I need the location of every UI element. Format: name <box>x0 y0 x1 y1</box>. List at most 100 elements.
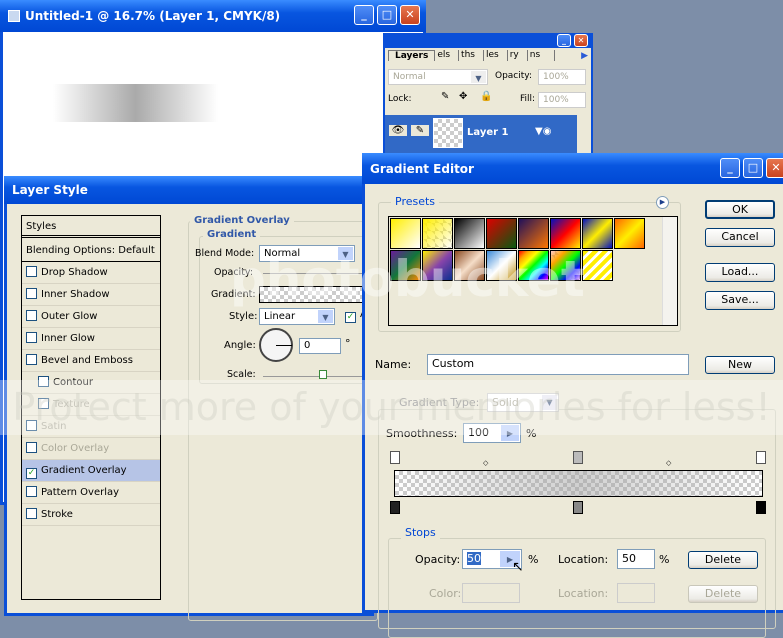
save-button[interactable]: Save... <box>705 291 775 310</box>
palette-menu-icon[interactable]: ▶ <box>581 51 588 61</box>
preset-swatch[interactable] <box>390 218 421 249</box>
style-item-color-overlay[interactable]: Color Overlay <box>22 438 160 460</box>
color-stop-middle[interactable] <box>573 501 583 514</box>
gradient-type-select[interactable]: Solid ▼ <box>487 393 559 412</box>
tab-paths[interactable]: ths <box>459 50 484 61</box>
lock-brush-icon[interactable]: ✎ <box>441 91 449 102</box>
gradient-editor-title-bar[interactable]: Gradient Editor _ □ ✕ <box>362 153 783 184</box>
style-item-drop-shadow[interactable]: Drop Shadow <box>22 262 160 284</box>
preset-swatch[interactable] <box>422 218 453 249</box>
checkbox[interactable] <box>38 376 49 387</box>
maximize-button[interactable]: □ <box>377 5 397 25</box>
style-item-outer-glow[interactable]: Outer Glow <box>22 306 160 328</box>
layer-fill-input[interactable]: 100% <box>538 92 586 108</box>
opacity-stop-left[interactable] <box>390 451 400 464</box>
style-select[interactable]: Linear ▼ <box>259 308 335 325</box>
style-item-satin[interactable]: Satin <box>22 416 160 438</box>
presets-menu-icon[interactable]: ▶ <box>656 196 669 209</box>
midpoint-diamond[interactable]: ◇ <box>666 459 671 467</box>
maximize-button[interactable]: □ <box>743 158 763 178</box>
palette-minimize-button[interactable]: _ <box>557 34 571 47</box>
style-item-inner-glow[interactable]: Inner Glow <box>22 328 160 350</box>
tab-channels[interactable]: els <box>435 50 460 61</box>
angle-input[interactable]: 0 <box>299 338 341 354</box>
eye-icon[interactable]: 👁 <box>389 125 407 136</box>
style-item-gradient-overlay[interactable]: ✓ Gradient Overlay <box>22 460 160 482</box>
scale-slider[interactable] <box>263 370 363 379</box>
close-button[interactable]: ✕ <box>400 5 420 25</box>
preset-swatch[interactable] <box>454 218 485 249</box>
delete-opacity-stop-button[interactable]: Delete <box>688 551 758 569</box>
lock-all-icon[interactable]: 🔒 <box>480 91 492 102</box>
stop-color-swatch[interactable] <box>462 583 520 603</box>
color-location-input[interactable] <box>617 583 655 603</box>
preset-swatch[interactable] <box>582 218 613 249</box>
checkbox[interactable] <box>26 310 37 321</box>
preset-swatch[interactable] <box>486 218 517 249</box>
gradient-bar[interactable] <box>394 470 763 497</box>
layer-row[interactable]: 👁 ✎ Layer 1 ▼◉ <box>385 115 577 153</box>
preset-swatch[interactable] <box>582 250 613 281</box>
style-item-texture[interactable]: Texture <box>22 394 160 416</box>
preset-swatch[interactable] <box>518 218 549 249</box>
checkbox[interactable] <box>26 354 37 365</box>
close-button[interactable]: ✕ <box>766 158 783 178</box>
lock-move-icon[interactable]: ✥ <box>459 91 467 102</box>
checkbox[interactable] <box>38 398 49 409</box>
blend-mode-select[interactable]: Normal ▼ <box>388 69 488 85</box>
gradient-preview[interactable] <box>259 286 379 303</box>
checkbox[interactable] <box>26 266 37 277</box>
layer-name[interactable]: Layer 1 <box>467 127 508 138</box>
midpoint-diamond[interactable]: ◇ <box>483 459 488 467</box>
blend-mode-select[interactable]: Normal ▼ <box>259 245 355 262</box>
blending-options-item[interactable]: Blending Options: Default <box>22 240 160 262</box>
ok-button[interactable]: OK <box>705 200 775 219</box>
cancel-button[interactable]: Cancel <box>705 228 775 247</box>
effects-icon[interactable]: ▼◉ <box>535 126 551 137</box>
style-item-inner-shadow[interactable]: Inner Shadow <box>22 284 160 306</box>
tab-layers[interactable]: Layers <box>388 50 436 61</box>
checkbox[interactable] <box>26 508 37 519</box>
checkbox[interactable] <box>26 442 37 453</box>
preset-swatch[interactable] <box>390 250 421 281</box>
tab-actions[interactable]: ns <box>528 50 556 61</box>
style-item-bevel-and-emboss[interactable]: Bevel and Emboss <box>22 350 160 372</box>
minimize-button[interactable]: _ <box>720 158 740 178</box>
name-input[interactable]: Custom <box>427 354 689 375</box>
layer-opacity-input[interactable]: 100% <box>538 69 586 85</box>
lock-transparency-icon[interactable] <box>423 94 433 104</box>
smoothness-input[interactable]: 100 ▶ <box>463 423 521 443</box>
layer-style-title-bar[interactable]: Layer Style <box>4 176 374 204</box>
preset-swatch[interactable] <box>486 250 517 281</box>
checkbox[interactable] <box>26 332 37 343</box>
tab-history[interactable]: ry <box>508 50 528 61</box>
color-stop-right[interactable] <box>756 501 766 514</box>
checkbox[interactable] <box>26 420 37 431</box>
document-title-bar[interactable]: Untitled-1 @ 16.7% (Layer 1, CMYK/8) _ □… <box>0 0 426 32</box>
minimize-button[interactable]: _ <box>354 5 374 25</box>
angle-dial[interactable] <box>259 328 293 362</box>
style-item-stroke[interactable]: Stroke <box>22 504 160 526</box>
preset-swatch[interactable] <box>614 218 645 249</box>
palette-close-button[interactable]: ✕ <box>574 34 588 47</box>
style-item-contour[interactable]: Contour <box>22 372 160 394</box>
checkbox[interactable] <box>26 486 37 497</box>
preset-swatch[interactable] <box>518 250 549 281</box>
checkbox[interactable] <box>26 288 37 299</box>
styles-header[interactable]: Styles <box>22 216 160 238</box>
new-button[interactable]: New <box>705 356 775 374</box>
preset-swatch[interactable] <box>454 250 485 281</box>
stop-location-input[interactable]: 50 <box>617 549 655 569</box>
preset-swatch[interactable] <box>550 218 581 249</box>
opacity-stop-middle[interactable] <box>573 451 583 464</box>
delete-color-stop-button[interactable]: Delete <box>688 585 758 603</box>
opacity-stop-right[interactable] <box>756 451 766 464</box>
color-stop-left[interactable] <box>390 501 400 514</box>
tab-styles[interactable]: les <box>484 50 508 61</box>
style-item-pattern-overlay[interactable]: Pattern Overlay <box>22 482 160 504</box>
preset-swatch[interactable] <box>550 250 581 281</box>
presets-scrollbar[interactable] <box>662 217 677 325</box>
preset-swatch[interactable] <box>422 250 453 281</box>
checkbox[interactable]: ✓ <box>26 468 37 479</box>
load-button[interactable]: Load... <box>705 263 775 282</box>
